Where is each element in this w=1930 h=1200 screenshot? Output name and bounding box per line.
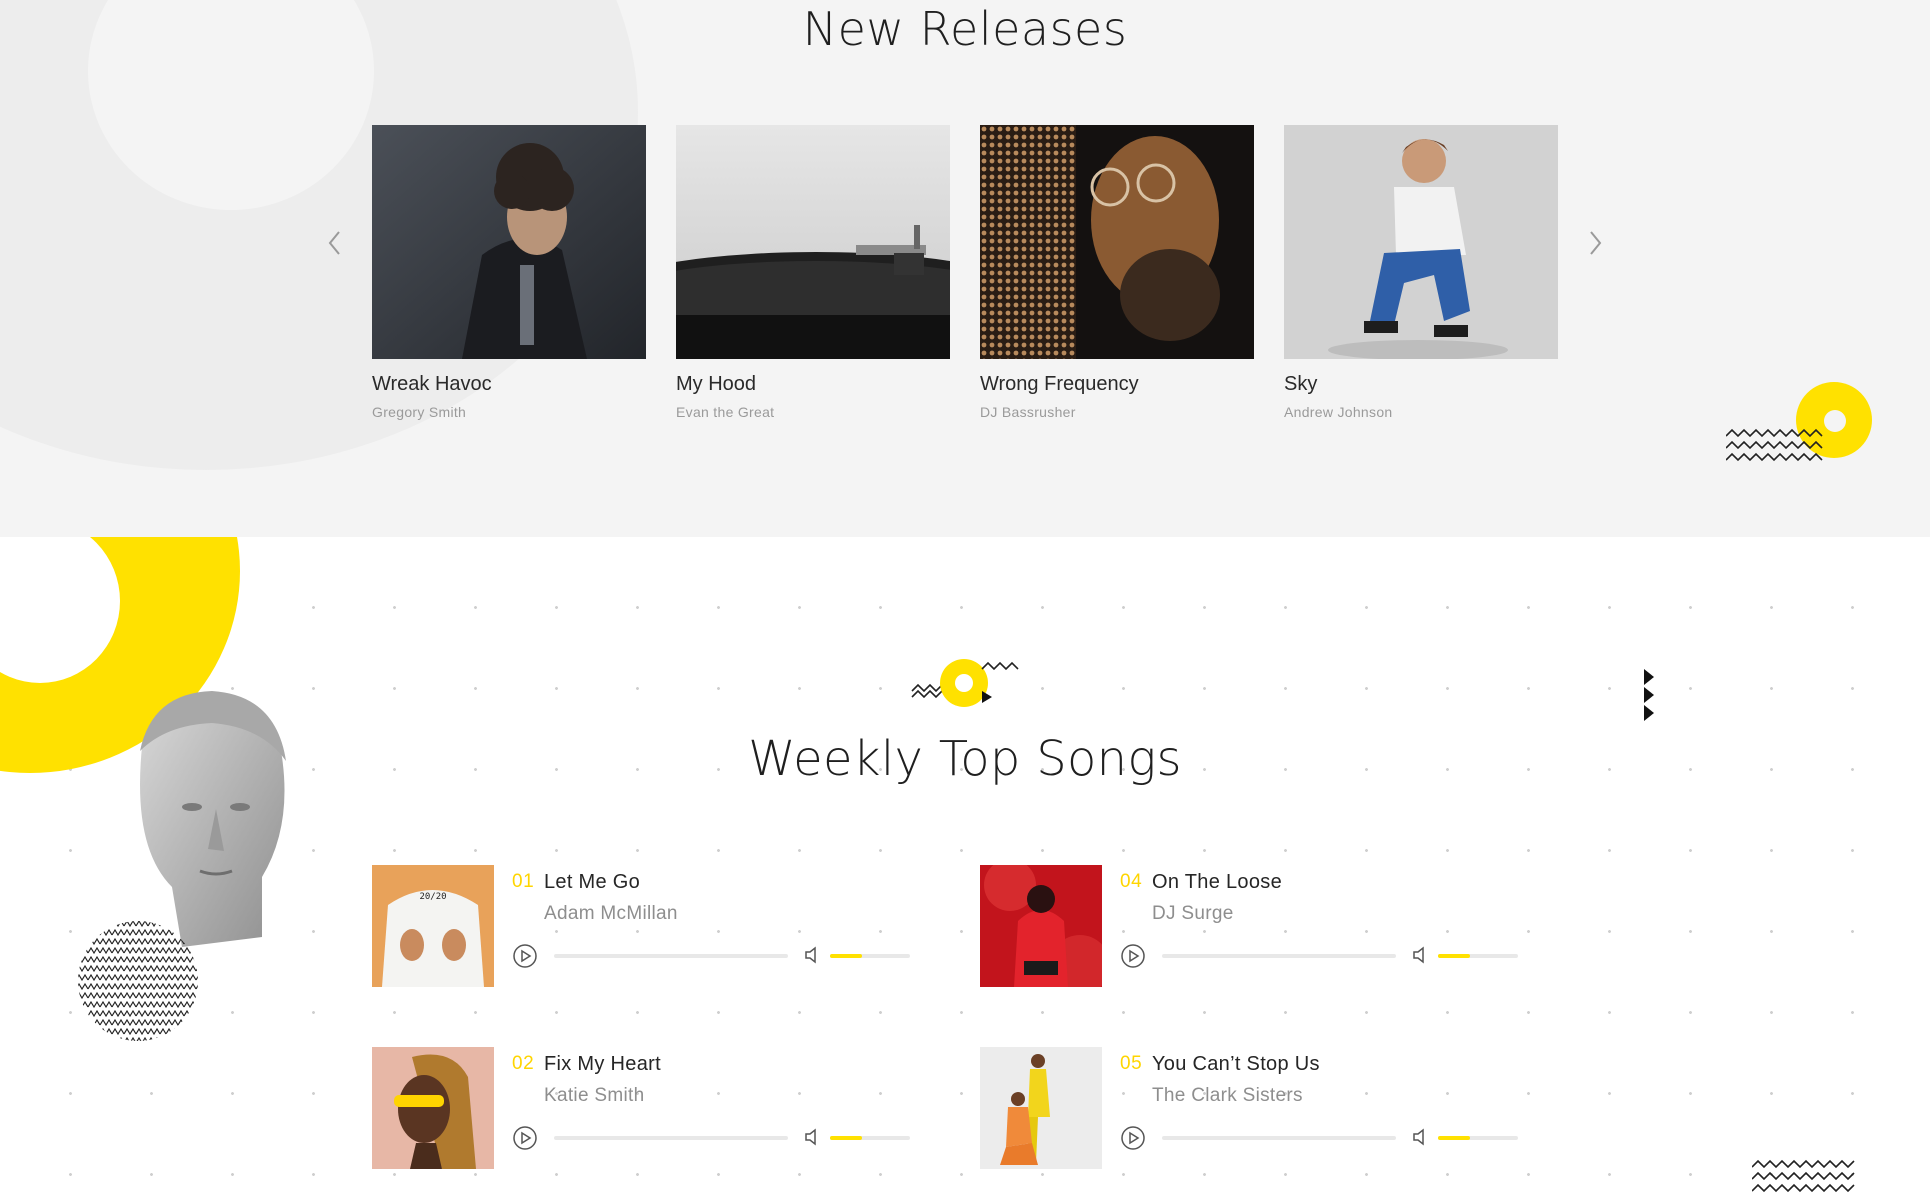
song-rank: 01 bbox=[512, 871, 535, 892]
song-item: 20/20 01 Let Me Go Adam McMillan bbox=[372, 865, 932, 989]
song-cover-image[interactable] bbox=[980, 865, 1102, 987]
song-progress-bar[interactable] bbox=[554, 1136, 788, 1140]
song-item: 05 You Can’t Stop Us The Clark Sisters bbox=[980, 1047, 1540, 1171]
song-progress-bar[interactable] bbox=[554, 954, 788, 958]
play-button[interactable] bbox=[512, 1125, 538, 1151]
weekly-top-songs-title: Weekly Top Songs bbox=[748, 731, 1182, 787]
volume-slider[interactable] bbox=[830, 954, 910, 958]
album-cover-image[interactable] bbox=[1284, 125, 1558, 359]
new-releases-title: New Releases bbox=[802, 2, 1128, 56]
song-item: 04 On The Loose DJ Surge bbox=[980, 865, 1540, 989]
album-title[interactable]: My Hood bbox=[676, 373, 950, 396]
album-title[interactable]: Wreak Havoc bbox=[372, 373, 646, 396]
album-cover-image[interactable] bbox=[980, 125, 1254, 359]
speaker-icon[interactable] bbox=[804, 945, 820, 965]
song-artist: DJ Surge bbox=[1152, 903, 1234, 924]
weekly-top-songs-section: Weekly Top Songs 20/20 01 Let Me Go Adam… bbox=[0, 537, 1930, 1200]
music-emblem-decoration bbox=[910, 657, 1022, 722]
play-button[interactable] bbox=[1120, 943, 1146, 969]
album-artist: Evan the Great bbox=[676, 404, 775, 420]
chevron-left-icon bbox=[328, 231, 340, 255]
svg-text:20/20: 20/20 bbox=[419, 892, 446, 902]
song-title[interactable]: Let Me Go bbox=[544, 871, 640, 894]
song-progress-bar[interactable] bbox=[1162, 954, 1396, 958]
album-card[interactable]: My Hood Evan the Great bbox=[676, 125, 950, 420]
album-card[interactable]: Wrong Frequency DJ Bassrusher bbox=[980, 125, 1254, 420]
album-artist: DJ Bassrusher bbox=[980, 404, 1076, 420]
song-rank: 02 bbox=[512, 1053, 535, 1074]
volume-slider[interactable] bbox=[1438, 1136, 1518, 1140]
new-releases-section: New Releases Wreak Havoc Gregory Smith M… bbox=[0, 0, 1930, 537]
zigzag-decoration bbox=[1726, 428, 1823, 462]
play-button[interactable] bbox=[512, 943, 538, 969]
chevron-right-icon bbox=[1590, 231, 1602, 255]
volume-level-fill bbox=[1438, 1136, 1470, 1140]
zigzag-decoration bbox=[1752, 1159, 1855, 1193]
carousel-prev-button[interactable] bbox=[324, 228, 346, 258]
speaker-icon[interactable] bbox=[804, 1127, 820, 1147]
song-cover-image[interactable] bbox=[372, 1047, 494, 1169]
song-artist: The Clark Sisters bbox=[1152, 1085, 1303, 1106]
song-artist: Adam McMillan bbox=[544, 903, 678, 924]
volume-level-fill bbox=[830, 954, 862, 958]
play-button[interactable] bbox=[1120, 1125, 1146, 1151]
album-card[interactable]: Sky Andrew Johnson bbox=[1284, 125, 1558, 420]
zigzag-circle-decoration bbox=[78, 921, 198, 1041]
song-cover-image[interactable]: 20/20 bbox=[372, 865, 494, 987]
song-title[interactable]: You Can’t Stop Us bbox=[1152, 1053, 1320, 1076]
album-artist: Andrew Johnson bbox=[1284, 404, 1393, 420]
song-item: 02 Fix My Heart Katie Smith bbox=[372, 1047, 932, 1171]
carousel-next-button[interactable] bbox=[1584, 228, 1606, 258]
song-rank: 05 bbox=[1120, 1053, 1143, 1074]
speaker-icon[interactable] bbox=[1412, 1127, 1428, 1147]
song-cover-image[interactable] bbox=[980, 1047, 1102, 1169]
album-title[interactable]: Wrong Frequency bbox=[980, 373, 1254, 396]
song-rank: 04 bbox=[1120, 871, 1143, 892]
volume-slider[interactable] bbox=[1438, 954, 1518, 958]
song-title[interactable]: On The Loose bbox=[1152, 871, 1282, 894]
song-progress-bar[interactable] bbox=[1162, 1136, 1396, 1140]
song-title[interactable]: Fix My Heart bbox=[544, 1053, 661, 1076]
speaker-icon[interactable] bbox=[1412, 945, 1428, 965]
volume-level-fill bbox=[830, 1136, 862, 1140]
album-card[interactable]: Wreak Havoc Gregory Smith bbox=[372, 125, 646, 420]
album-cover-image[interactable] bbox=[676, 125, 950, 359]
volume-level-fill bbox=[1438, 954, 1470, 958]
volume-slider[interactable] bbox=[830, 1136, 910, 1140]
album-cover-image[interactable] bbox=[372, 125, 646, 359]
album-title[interactable]: Sky bbox=[1284, 373, 1558, 396]
triangle-arrows-decoration bbox=[1644, 669, 1654, 721]
album-artist: Gregory Smith bbox=[372, 404, 467, 420]
song-artist: Katie Smith bbox=[544, 1085, 645, 1106]
